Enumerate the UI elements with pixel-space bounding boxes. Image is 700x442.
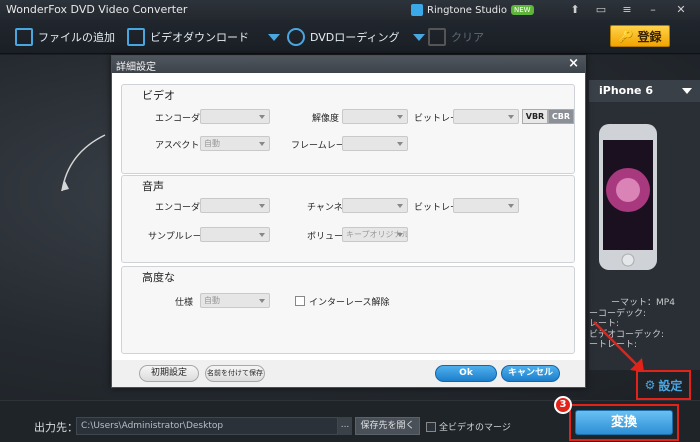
toolbar: ファイルの追加 ビデオダウンロード DVDローディング クリア	[0, 20, 700, 54]
audio-group-title: 音声	[142, 180, 164, 193]
aspect-ratio-select[interactable]: 自動	[200, 136, 270, 151]
iphone-image	[599, 124, 657, 270]
video-group: ビデオ エンコーダー 解像度 ビットレート VBR CBR アスペクト比 自動 …	[121, 84, 575, 174]
settings-button[interactable]: ⚙ 設定	[636, 370, 691, 400]
add-file-icon	[15, 28, 33, 46]
convert-highlight: 変換	[569, 404, 679, 441]
upload-icon[interactable]: ⬆	[566, 2, 584, 18]
framerate-select[interactable]	[342, 136, 408, 151]
channel-select[interactable]	[342, 198, 408, 213]
dialog-footer: 初期設定 名前を付けて保存 Ok キャンセル	[112, 360, 585, 387]
clear-label: クリア	[451, 31, 484, 44]
device-selector[interactable]: iPhone 6	[589, 80, 700, 102]
video-download-dropdown-icon[interactable]	[268, 33, 280, 41]
dvd-icon	[287, 28, 305, 46]
video-download-button[interactable]: ビデオダウンロード	[127, 27, 280, 47]
add-file-button[interactable]: ファイルの追加	[15, 27, 115, 47]
close-icon[interactable]: ×	[568, 56, 579, 71]
dvd-loading-button[interactable]: DVDローディング	[287, 27, 425, 47]
ringtone-studio-label: Ringtone Studio	[427, 4, 507, 16]
output-path-field[interactable]: C:\Users\Administrator\Desktop	[76, 417, 338, 435]
spec-select[interactable]: 自動	[200, 293, 270, 308]
vbr-toggle[interactable]: VBR	[522, 109, 548, 124]
resolution-label: 解像度	[312, 114, 340, 124]
cancel-button[interactable]: キャンセル	[501, 365, 560, 382]
register-button[interactable]: 🔑 登録	[610, 25, 670, 47]
ringtone-studio-link[interactable]: Ringtone Studio NEW	[411, 2, 534, 18]
browse-button[interactable]: ...	[338, 417, 352, 435]
video-bitrate-select[interactable]	[453, 109, 519, 124]
dvd-loading-label: DVDローディング	[310, 31, 400, 44]
advanced-group-title: 高度な	[142, 271, 175, 284]
convert-button[interactable]: 変換	[575, 410, 673, 435]
spec-label: 仕様	[175, 298, 194, 308]
video-download-label: ビデオダウンロード	[150, 31, 249, 44]
video-encoder-select[interactable]	[200, 109, 270, 124]
advanced-group: 高度な 仕様 自動 インターレース解除	[121, 266, 575, 354]
download-icon	[127, 28, 145, 46]
audio-group: 音声 エンコーダー チャンネル ビットレート サンプルレート ボリューム キープ…	[121, 175, 575, 263]
decorative-curve	[61, 134, 106, 192]
menu-icon[interactable]: ≡	[618, 2, 636, 18]
register-label: 登録	[637, 29, 662, 44]
close-icon[interactable]: ✕	[672, 2, 690, 18]
minimize-icon[interactable]: –	[644, 2, 662, 18]
reset-button[interactable]: 初期設定	[139, 365, 199, 382]
red-arrow-annotation	[593, 321, 644, 372]
gear-icon: ⚙	[644, 378, 656, 392]
deinterlace-checkbox[interactable]	[295, 296, 305, 306]
dialog-title-bar: 詳細設定 ×	[112, 56, 585, 73]
ringtone-studio-icon	[411, 4, 423, 16]
save-as-button[interactable]: 名前を付けて保存	[205, 365, 265, 382]
clear-button[interactable]: クリア	[428, 27, 484, 47]
dialog-title: 詳細設定	[116, 62, 156, 73]
device-name: iPhone 6	[599, 84, 653, 97]
audio-bitrate-select[interactable]	[453, 198, 519, 213]
video-group-title: ビデオ	[142, 89, 175, 102]
info-line: ーマット：MP4	[611, 298, 675, 308]
chat-icon[interactable]: ▭	[592, 2, 610, 18]
title-bar: WonderFox DVD Video Converter Ringtone S…	[0, 0, 700, 20]
ok-button[interactable]: Ok	[435, 365, 497, 382]
trash-icon	[428, 28, 446, 46]
merge-checkbox[interactable]	[426, 421, 436, 432]
chevron-down-icon	[682, 88, 692, 94]
key-icon: 🔑	[618, 29, 634, 43]
output-label: 出力先：	[34, 421, 78, 434]
dialog-body: ビデオ エンコーダー 解像度 ビットレート VBR CBR アスペクト比 自動 …	[112, 73, 585, 360]
cbr-toggle[interactable]: CBR	[548, 109, 574, 124]
open-folder-button[interactable]: 保存先を開く	[355, 417, 420, 435]
audio-encoder-select[interactable]	[200, 198, 270, 213]
merge-label: 全ビデオのマージ	[439, 423, 511, 433]
sample-rate-select[interactable]	[200, 227, 270, 242]
deinterlace-label: インターレース解除	[309, 298, 390, 308]
advanced-settings-dialog: 詳細設定 × ビデオ エンコーダー 解像度 ビットレート VBR CBR アスペ…	[111, 55, 586, 388]
volume-select[interactable]: キープオリジナル	[342, 227, 408, 242]
resolution-select[interactable]	[342, 109, 408, 124]
dvd-loading-dropdown-icon[interactable]	[412, 33, 425, 41]
step-badge: 3	[554, 396, 572, 414]
add-file-label: ファイルの追加	[38, 31, 115, 44]
new-badge: NEW	[510, 5, 534, 15]
merge-all-option[interactable]: 全ビデオのマージ	[426, 420, 511, 433]
app-title: WonderFox DVD Video Converter	[6, 3, 188, 16]
settings-label: 設定	[658, 378, 683, 393]
